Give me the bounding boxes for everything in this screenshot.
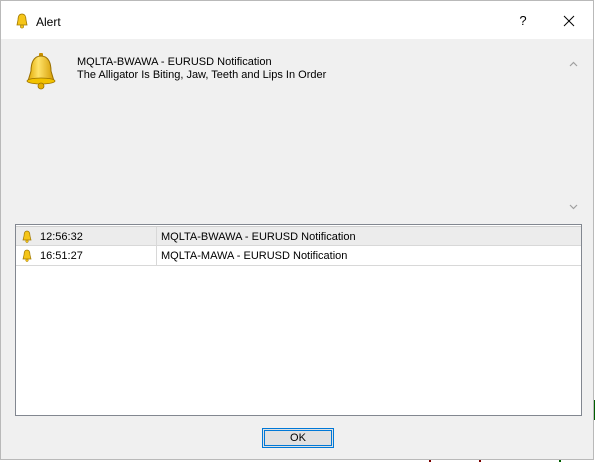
scroll-up-icon[interactable] (568, 60, 579, 69)
close-icon (563, 15, 575, 27)
message-panel: MQLTA-BWAWA - EURUSD Notification The Al… (1, 39, 566, 219)
window-title: Alert (36, 15, 61, 29)
list-item[interactable]: 12:56:32 MQLTA-BWAWA - EURUSD Notificati… (16, 226, 581, 246)
title-bar[interactable]: Alert ? (1, 1, 593, 39)
bell-icon (22, 230, 32, 243)
help-button[interactable]: ? (505, 7, 541, 35)
scrollbar-track[interactable] (566, 51, 581, 219)
bell-icon (26, 53, 56, 90)
alert-event: MQLTA-MAWA - EURUSD Notification (161, 250, 348, 262)
message-title: MQLTA-BWAWA - EURUSD Notification (77, 56, 272, 68)
scroll-down-icon[interactable] (568, 202, 579, 211)
ok-button[interactable]: OK (262, 428, 334, 448)
alert-event: MQLTA-BWAWA - EURUSD Notification (161, 231, 356, 243)
alert-history-list: 12:56:32 MQLTA-BWAWA - EURUSD Notificati… (15, 224, 582, 416)
list-item[interactable]: 16:51:27 MQLTA-MAWA - EURUSD Notificatio… (16, 246, 581, 266)
alert-time: 12:56:32 (40, 231, 83, 243)
message-body: The Alligator Is Biting, Jaw, Teeth and … (77, 69, 327, 81)
close-button[interactable] (549, 7, 589, 35)
bell-icon (16, 13, 28, 29)
alert-dialog: Alert ? MQLTA-BWAWA - EURUSD Notificatio (0, 0, 594, 460)
alert-time: 16:51:27 (40, 250, 83, 262)
bell-icon (22, 249, 32, 262)
ok-button-label: OK (290, 432, 306, 444)
message-scrollbar[interactable] (566, 51, 581, 219)
column-divider (156, 227, 157, 246)
column-divider (156, 246, 157, 265)
